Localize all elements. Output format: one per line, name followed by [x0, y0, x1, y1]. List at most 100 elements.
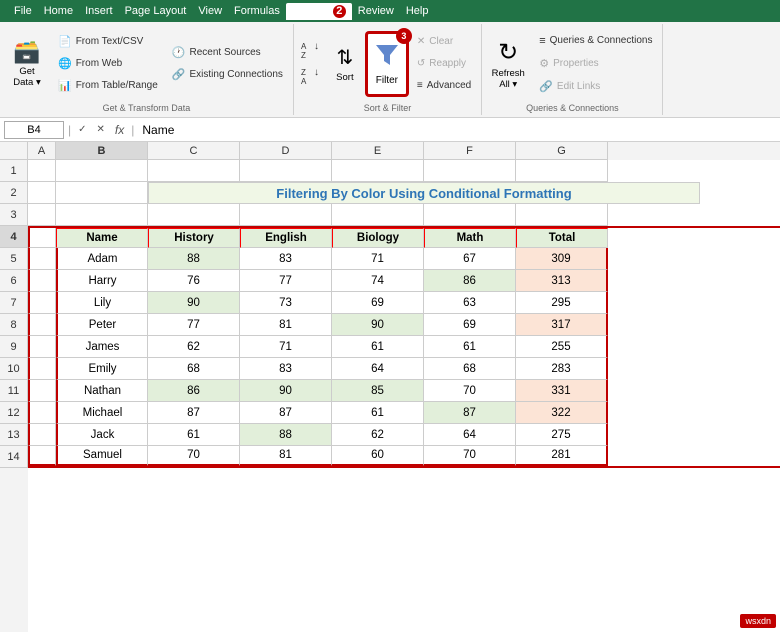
cell-d12[interactable]: 87: [240, 402, 332, 424]
get-data-button[interactable]: 🗃️ Get Data ▾: [4, 33, 50, 95]
cell-c10[interactable]: 68: [148, 358, 240, 380]
row-header-9[interactable]: 9: [0, 336, 28, 358]
advanced-button[interactable]: ≡ Advanced: [411, 76, 477, 96]
cell-a1[interactable]: [28, 160, 56, 182]
cell-g1[interactable]: [516, 160, 608, 182]
cell-f13[interactable]: 64: [424, 424, 516, 446]
cell-e9[interactable]: 61: [332, 336, 424, 358]
cell-c12[interactable]: 87: [148, 402, 240, 424]
queries-connections-button[interactable]: ≡ Queries & Connections: [533, 31, 658, 51]
cell-b3[interactable]: [56, 204, 148, 226]
cell-b10[interactable]: Emily: [56, 358, 148, 380]
cell-d6[interactable]: 77: [240, 270, 332, 292]
cell-e5[interactable]: 71: [332, 248, 424, 270]
existing-connections-button[interactable]: 🔗 Existing Connections: [166, 65, 289, 85]
menu-page-layout[interactable]: Page Layout: [119, 3, 193, 19]
cell-e14[interactable]: 60: [332, 446, 424, 466]
cell-d14[interactable]: 81: [240, 446, 332, 466]
menu-help[interactable]: Help: [400, 3, 435, 19]
reapply-button[interactable]: ↺ Reapply: [411, 54, 477, 74]
cell-f10[interactable]: 68: [424, 358, 516, 380]
refresh-all-button[interactable]: ↻ Refresh All ▾: [486, 33, 530, 95]
cell-e11[interactable]: 85: [332, 380, 424, 402]
from-text-csv-button[interactable]: 📄 From Text/CSV: [52, 32, 164, 52]
cell-b4-name[interactable]: Name: [56, 228, 148, 248]
row-header-12[interactable]: 12: [0, 402, 28, 424]
cell-a14[interactable]: [28, 446, 56, 466]
cell-f12[interactable]: 87: [424, 402, 516, 424]
formula-input[interactable]: [138, 123, 776, 137]
recent-sources-button[interactable]: 🕐 Recent Sources: [166, 43, 289, 63]
cell-b7[interactable]: Lily: [56, 292, 148, 314]
cell-f8[interactable]: 69: [424, 314, 516, 336]
cell-e7[interactable]: 69: [332, 292, 424, 314]
cell-c5[interactable]: 88: [148, 248, 240, 270]
row-header-7[interactable]: 7: [0, 292, 28, 314]
cell-e1[interactable]: [332, 160, 424, 182]
cell-g8[interactable]: 317: [516, 314, 608, 336]
cell-g7[interactable]: 295: [516, 292, 608, 314]
row-header-14[interactable]: 14: [0, 446, 28, 468]
cell-c11[interactable]: 86: [148, 380, 240, 402]
cell-g4-total[interactable]: Total: [516, 228, 608, 248]
cell-a9[interactable]: [28, 336, 56, 358]
cell-c14[interactable]: 70: [148, 446, 240, 466]
cell-a13[interactable]: [28, 424, 56, 446]
row-header-8[interactable]: 8: [0, 314, 28, 336]
cell-e12[interactable]: 61: [332, 402, 424, 424]
cell-f6[interactable]: 86: [424, 270, 516, 292]
cell-a6[interactable]: [28, 270, 56, 292]
cell-d1[interactable]: [240, 160, 332, 182]
menu-insert[interactable]: Insert: [79, 3, 119, 19]
name-box[interactable]: [4, 121, 64, 139]
row-header-13[interactable]: 13: [0, 424, 28, 446]
cell-c1[interactable]: [148, 160, 240, 182]
sort-za-button[interactable]: ZA↓: [298, 64, 324, 89]
cell-b5[interactable]: Adam: [56, 248, 148, 270]
from-web-button[interactable]: 🌐 From Web: [52, 54, 164, 74]
cell-b6[interactable]: Harry: [56, 270, 148, 292]
from-table-range-button[interactable]: 📊 From Table/Range: [52, 76, 164, 96]
cell-f3[interactable]: [424, 204, 516, 226]
cell-g10[interactable]: 283: [516, 358, 608, 380]
filter-button[interactable]: 3 Filter: [366, 32, 408, 96]
cell-g3[interactable]: [516, 204, 608, 226]
cell-g14[interactable]: 281: [516, 446, 608, 466]
cell-a11[interactable]: [28, 380, 56, 402]
cell-a7[interactable]: [28, 292, 56, 314]
cell-a4[interactable]: [28, 228, 56, 248]
properties-button[interactable]: ⚙ Properties: [533, 54, 658, 74]
cell-b13[interactable]: Jack: [56, 424, 148, 446]
row-header-6[interactable]: 6: [0, 270, 28, 292]
cell-f9[interactable]: 61: [424, 336, 516, 358]
cell-b2[interactable]: [56, 182, 148, 204]
row-header-11[interactable]: 11: [0, 380, 28, 402]
cell-c7[interactable]: 90: [148, 292, 240, 314]
cell-g12[interactable]: 322: [516, 402, 608, 424]
cell-a3[interactable]: [28, 204, 56, 226]
cell-e8[interactable]: 90: [332, 314, 424, 336]
cell-g5[interactable]: 309: [516, 248, 608, 270]
cell-g13[interactable]: 275: [516, 424, 608, 446]
row-header-3[interactable]: 3: [0, 204, 28, 226]
cell-e4-biology[interactable]: Biology: [332, 228, 424, 248]
cell-a8[interactable]: [28, 314, 56, 336]
edit-links-button[interactable]: 🔗 Edit Links: [533, 77, 658, 97]
row-header-10[interactable]: 10: [0, 358, 28, 380]
cell-a10[interactable]: [28, 358, 56, 380]
menu-file[interactable]: File: [8, 3, 38, 19]
cell-a2[interactable]: [28, 182, 56, 204]
cell-b12[interactable]: Michael: [56, 402, 148, 424]
cell-c6[interactable]: 76: [148, 270, 240, 292]
menu-view[interactable]: View: [192, 3, 228, 19]
cell-b1[interactable]: [56, 160, 148, 182]
cell-d9[interactable]: 71: [240, 336, 332, 358]
cell-d5[interactable]: 83: [240, 248, 332, 270]
cell-d10[interactable]: 83: [240, 358, 332, 380]
clear-button[interactable]: ✕ Clear: [411, 32, 477, 52]
cell-d4-english[interactable]: English: [240, 228, 332, 248]
cell-d13[interactable]: 88: [240, 424, 332, 446]
menu-home[interactable]: Home: [38, 3, 79, 19]
cell-e10[interactable]: 64: [332, 358, 424, 380]
sort-button[interactable]: ⇅ Sort: [327, 33, 363, 95]
